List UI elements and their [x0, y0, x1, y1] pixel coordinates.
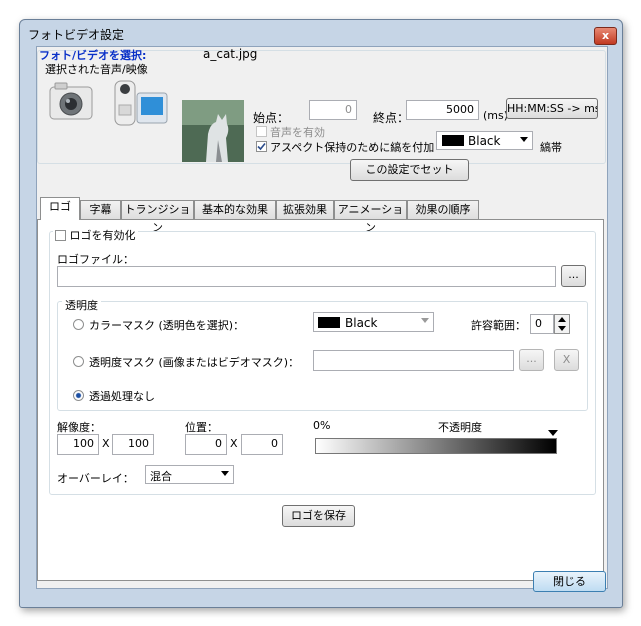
overlay-select[interactable]: 混合 — [145, 465, 234, 484]
transparency-title: 透明度 — [62, 297, 101, 313]
tab-subtitles[interactable]: 字幕 — [80, 200, 121, 219]
logo-file-label: ロゴファイル： — [57, 253, 134, 266]
aspect-stripes-checkbox[interactable] — [256, 141, 267, 152]
no-transparency-label: 透過処理なし — [89, 390, 155, 403]
color-mask-swatch — [318, 317, 340, 328]
alpha-mask-input[interactable] — [313, 350, 514, 371]
stripe-color-value: Black — [468, 134, 501, 148]
color-mask-value: Black — [345, 316, 378, 330]
window-title: フォトビデオ設定 — [28, 28, 125, 42]
tolerance-input[interactable]: 0 — [530, 314, 554, 334]
end-label: 終点： — [373, 111, 410, 125]
tolerance-spinner-icon[interactable] — [554, 314, 570, 334]
alpha-mask-browse-button[interactable]: ... — [519, 349, 544, 371]
media-filename: a_cat.jpg — [203, 47, 258, 61]
dialog-client-area: フォト/ビデオを選択: a_cat.jpg 選択された音声/映像 始点： 0 終… — [36, 46, 608, 589]
alpha-mask-clear-button[interactable]: X — [554, 349, 579, 371]
chevron-down-icon — [520, 137, 528, 142]
tab-animation[interactable]: アニメーション — [334, 200, 407, 234]
tolerance-label: 許容範囲： — [471, 319, 526, 332]
logo-file-input[interactable] — [57, 266, 556, 287]
alpha-mask-radio[interactable] — [73, 356, 84, 367]
position-x-separator: X — [230, 437, 238, 450]
resolution-width-input[interactable]: 100 — [57, 434, 99, 455]
tab-transition[interactable]: トランジション — [121, 200, 194, 234]
logo-browse-button[interactable]: ... — [561, 265, 586, 287]
ms-unit-label: (ms) — [483, 109, 509, 122]
aspect-stripes-label: アスペクト保持のために縞を付加 — [270, 141, 435, 154]
color-mask-label: カラーマスク (透明色を選択)： — [89, 319, 245, 332]
overlay-value: 混合 — [150, 470, 172, 483]
position-x-input[interactable]: 0 — [185, 434, 227, 455]
logo-enable-checkbox[interactable] — [55, 229, 66, 241]
color-swatch — [442, 135, 464, 146]
chevron-down-icon — [421, 318, 429, 323]
chevron-down-icon — [221, 471, 229, 476]
end-time-input[interactable]: 5000 — [406, 100, 479, 120]
color-mask-radio[interactable] — [73, 319, 84, 330]
stripe-color-select[interactable]: Black — [436, 131, 533, 150]
dialog-window: フォトビデオ設定 x フォト/ビデオを選択: a_cat.jpg 選択された音声… — [19, 19, 623, 608]
tab-extended-effects[interactable]: 拡張効果 — [276, 200, 334, 219]
save-logo-button[interactable]: ロゴを保存 — [282, 505, 355, 527]
video-camera-icon[interactable] — [113, 75, 169, 129]
overlay-label: オーバーレイ： — [57, 472, 134, 485]
resolution-height-input[interactable]: 100 — [112, 434, 154, 455]
color-mask-select[interactable]: Black — [313, 312, 434, 332]
position-label: 位置： — [185, 421, 218, 434]
apply-settings-button[interactable]: この設定でセット — [350, 159, 469, 181]
logo-enable-row: ロゴを有効化 — [53, 227, 138, 243]
alpha-mask-label: 透明度マスク (画像またはビデオマスク)： — [89, 356, 300, 369]
logo-enable-label: ロゴを有効化 — [69, 229, 136, 242]
resolution-x-separator: X — [102, 437, 110, 450]
stripe-label: 縞帯 — [540, 141, 562, 154]
tab-basic-effects[interactable]: 基本的な効果 — [194, 200, 276, 219]
audio-enable-checkbox[interactable] — [256, 126, 267, 137]
tab-logo[interactable]: ロゴ — [40, 197, 80, 220]
opacity-slider-thumb[interactable] — [548, 430, 558, 436]
no-transparency-radio[interactable] — [73, 390, 84, 401]
opacity-max-label: 不透明度 — [438, 421, 482, 434]
tab-effects-order[interactable]: 効果の順序 — [407, 200, 479, 219]
opacity-slider-track[interactable] — [315, 438, 557, 454]
convert-time-format-button[interactable]: HH:MM:SS -> ms — [506, 98, 598, 119]
start-time-input[interactable]: 0 — [309, 100, 357, 120]
opacity-min-label: 0% — [313, 419, 331, 432]
position-y-input[interactable]: 0 — [241, 434, 283, 455]
close-window-button[interactable]: x — [594, 27, 617, 45]
media-thumbnail-image — [182, 100, 244, 162]
audio-enable-label: 音声を有効 — [270, 126, 325, 139]
camera-icon[interactable] — [47, 77, 95, 125]
resolution-label: 解像度： — [57, 421, 101, 434]
close-dialog-button[interactable]: 閉じる — [533, 571, 606, 592]
